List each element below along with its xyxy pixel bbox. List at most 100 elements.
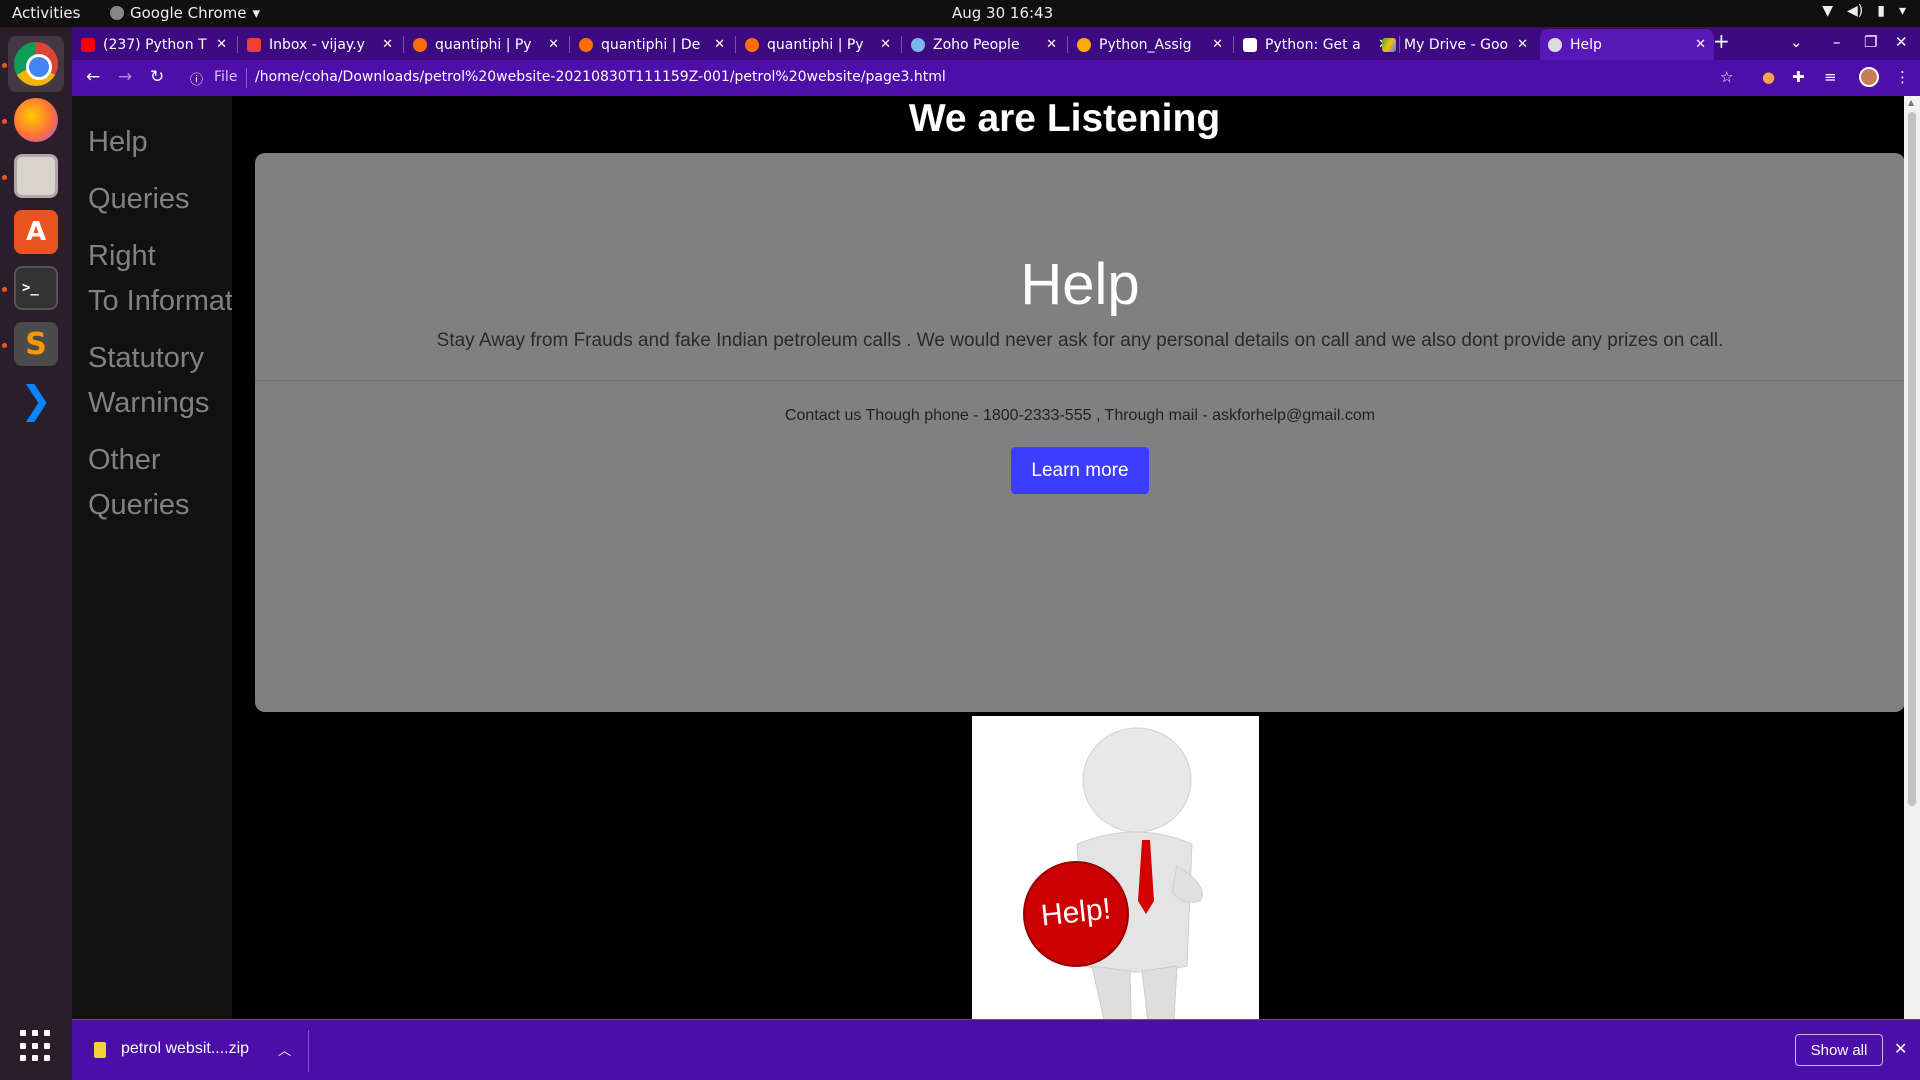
jumbotron-title: Help (1020, 252, 1140, 317)
dock-software[interactable]: A (8, 204, 64, 260)
battery-icon: ▮ (1877, 3, 1885, 19)
dock: A >_ S ❯ (0, 27, 72, 1080)
tab-separator (569, 36, 570, 53)
extension-cookie-icon[interactable]: ● (1762, 68, 1775, 86)
nav-link-help[interactable]: Help (88, 120, 148, 165)
drive-icon (1382, 37, 1396, 52)
show-applications-icon[interactable] (20, 1030, 52, 1062)
site-info-icon[interactable]: ⓘ (190, 69, 203, 88)
reload-icon[interactable]: ↻ (150, 67, 164, 87)
tab[interactable]: (237) Python T ✕ (73, 29, 235, 60)
browser-toolbar: ← → ↻ ⓘ File /home/coha/Downloads/petrol… (72, 60, 1920, 96)
tab-separator (237, 36, 238, 53)
tab-separator (403, 36, 404, 53)
forward-icon[interactable]: → (118, 67, 132, 87)
page-scrollbar[interactable]: ▲ ▼ (1904, 96, 1920, 1046)
running-indicator (2, 287, 7, 292)
files-icon (14, 154, 58, 198)
activities-button[interactable]: Activities (12, 4, 80, 22)
dock-firefox[interactable] (8, 92, 64, 148)
tab[interactable]: Python_Assig ✕ (1069, 29, 1231, 60)
tab-search-icon[interactable]: ⌄ (1790, 33, 1803, 51)
tab-title: Help (1570, 36, 1602, 53)
back-icon[interactable]: ← (86, 67, 100, 87)
address-bar[interactable]: /home/coha/Downloads/petrol%20website-20… (255, 69, 946, 85)
running-indicator (2, 119, 7, 124)
app-menu-label: Google Chrome (130, 4, 247, 22)
restore-icon[interactable]: ❐ (1864, 33, 1877, 51)
tab-separator (901, 36, 902, 53)
nav-link-other-queries[interactable]: Other Queries (88, 438, 190, 528)
window-close-icon[interactable]: ✕ (1895, 33, 1908, 51)
profile-avatar[interactable] (1859, 67, 1879, 87)
volume-icon: ◀) (1847, 3, 1864, 19)
close-icon[interactable]: ✕ (548, 37, 559, 52)
w3-icon (1243, 37, 1257, 52)
close-icon[interactable]: ✕ (1212, 37, 1223, 52)
download-filename[interactable]: petrol websit....zip (121, 1040, 249, 1058)
system-tray[interactable]: ▼ ◀) ▮ ▾ (1822, 3, 1906, 19)
tab-title: (237) Python T (103, 36, 207, 53)
media-queue-icon[interactable]: ≡ (1824, 68, 1837, 86)
caret-down-icon: ▾ (252, 4, 261, 22)
scrollbar-thumb[interactable] (1908, 112, 1916, 806)
close-icon[interactable]: ✕ (880, 37, 891, 52)
tab-active[interactable]: Help ✕ (1540, 29, 1714, 60)
running-indicator (2, 63, 7, 68)
page-title: We are Listening (908, 97, 1221, 140)
help-illustration: Help! (972, 716, 1259, 1046)
tab[interactable]: quantiphi | Py ✕ (737, 29, 899, 60)
tab-separator (735, 36, 736, 53)
nav-link-queries[interactable]: Queries (88, 177, 190, 222)
close-download-bar-icon[interactable]: ✕ (1894, 1039, 1907, 1058)
learn-more-button[interactable]: Learn more (1011, 447, 1149, 494)
page-viewport: Help Queries RightTo Informatio Statutor… (72, 96, 1920, 1046)
nav-link-statutory-warnings[interactable]: Statutory Warnings (88, 336, 209, 426)
tab-title: quantiphi | De (601, 36, 701, 53)
clock[interactable]: Aug 30 16:43 (952, 4, 1053, 22)
dock-vscode[interactable]: ❯ (8, 372, 64, 428)
address-divider (246, 68, 247, 88)
app-menu[interactable]: Google Chrome ▾ (110, 4, 260, 22)
new-tab-icon[interactable]: + (1713, 29, 1730, 53)
chevron-up-icon[interactable]: ︿ (278, 1040, 291, 1059)
tab[interactable]: quantiphi | Py ✕ (405, 29, 567, 60)
menu-kebab-icon[interactable]: ⋮ (1895, 68, 1910, 86)
extensions-puzzle-icon[interactable]: ✚ (1792, 68, 1805, 86)
dock-chrome[interactable] (8, 36, 64, 92)
tab[interactable]: Python: Get a ✕ (1235, 29, 1397, 60)
dock-files[interactable] (8, 148, 64, 204)
software-store-icon: A (14, 210, 58, 254)
tab[interactable]: Inbox - vijay.y ✕ (239, 29, 401, 60)
tab-title: My Drive - Goo (1404, 36, 1509, 53)
tab[interactable]: Zoho People ✕ (903, 29, 1065, 60)
contact-info: Contact us Though phone - 1800-2333-555 … (784, 407, 1376, 424)
browser-window: (237) Python T ✕ Inbox - vijay.y ✕ quant… (72, 27, 1920, 1080)
tab[interactable]: quantiphi | De ✕ (571, 29, 733, 60)
youtube-icon (81, 37, 95, 52)
minimize-icon[interactable]: – (1833, 33, 1841, 51)
divider (255, 380, 1905, 381)
tab-title: Inbox - vijay.y (269, 36, 365, 53)
bookmark-star-icon[interactable]: ☆ (1720, 68, 1733, 86)
caret-down-icon: ▾ (1898, 3, 1906, 19)
close-icon[interactable]: ✕ (216, 37, 227, 52)
show-all-button[interactable]: Show all (1795, 1034, 1883, 1066)
quantiphi-icon (413, 37, 427, 52)
download-bar: petrol websit....zip ︿ Show all ✕ (72, 1019, 1920, 1080)
close-icon[interactable]: ✕ (1517, 37, 1528, 52)
tab[interactable]: My Drive - Goo ✕ (1374, 29, 1536, 60)
close-icon[interactable]: ✕ (1046, 37, 1057, 52)
close-icon[interactable]: ✕ (1695, 37, 1706, 52)
dock-terminal[interactable]: >_ (8, 260, 64, 316)
vscode-icon: ❯ (20, 378, 52, 422)
nav-link-right-to-information[interactable]: RightTo Informatio (88, 234, 232, 324)
close-icon[interactable]: ✕ (714, 37, 725, 52)
dock-sublime[interactable]: S (8, 316, 64, 372)
help-figure-drawing (1023, 727, 1203, 1046)
terminal-icon: >_ (14, 266, 58, 310)
tab-title: Python_Assig (1099, 36, 1192, 53)
quantiphi-icon (745, 37, 759, 52)
scroll-up-icon[interactable]: ▲ (1908, 98, 1914, 107)
close-icon[interactable]: ✕ (382, 37, 393, 52)
